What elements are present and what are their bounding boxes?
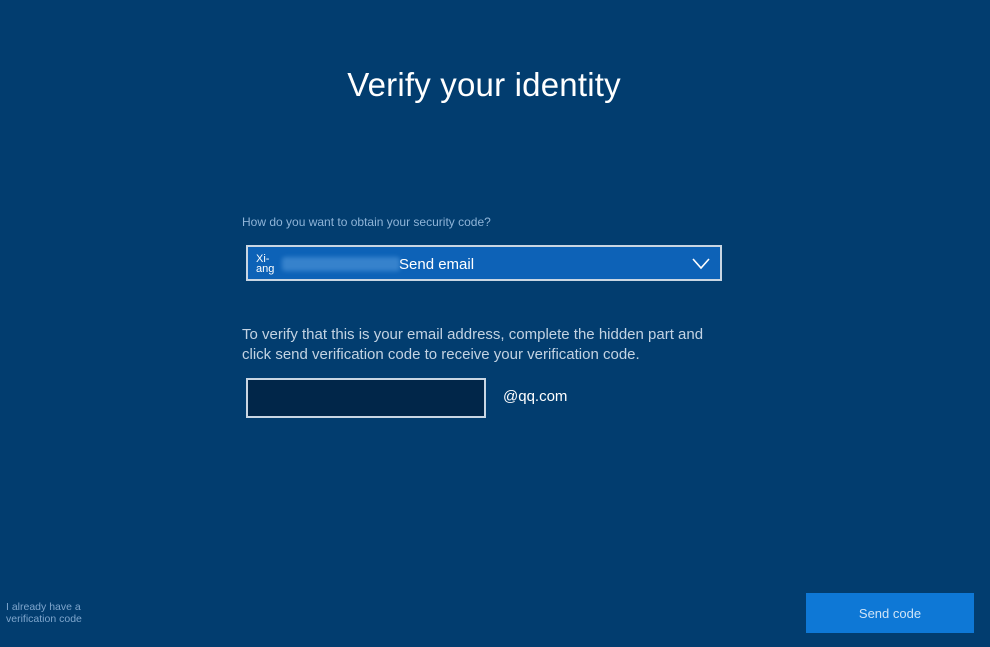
chevron-down-icon xyxy=(692,258,710,270)
verify-identity-page: Verify your identity How do you want to … xyxy=(0,0,990,647)
email-domain-suffix: @qq.com xyxy=(503,388,568,405)
page-title: Verify your identity xyxy=(347,66,621,103)
hidden-email-part-input[interactable] xyxy=(246,378,486,418)
account-name-label: Xi-ang xyxy=(256,253,275,275)
already-have-code-link[interactable]: I already have a verification code xyxy=(6,601,98,625)
verification-method-dropdown[interactable]: Xi-ang Send email xyxy=(246,245,722,281)
method-question-label: How do you want to obtain your security … xyxy=(242,215,491,229)
selected-method-label: Send email xyxy=(399,256,475,273)
verification-instruction: To verify that this is your email addres… xyxy=(242,326,704,363)
send-code-button[interactable]: Send code xyxy=(806,593,974,633)
masked-email-value xyxy=(282,257,400,271)
